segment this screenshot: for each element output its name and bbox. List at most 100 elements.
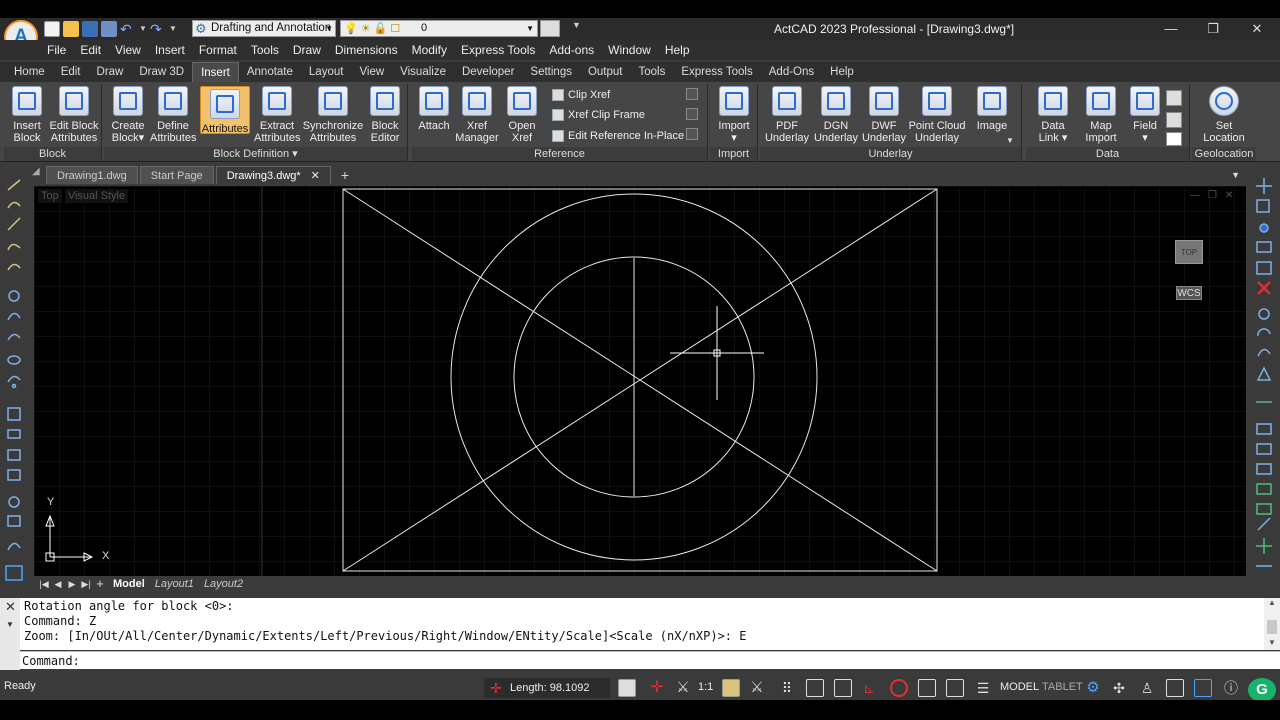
restore-icon[interactable]: ❐ [1192, 18, 1234, 40]
tab-draw[interactable]: Draw [89, 62, 132, 82]
point-cloud-underlay-button[interactable]: Point Cloud Underlay [906, 86, 968, 144]
pdf-underlay-button[interactable]: PDF Underlay [762, 86, 812, 144]
menu-edit[interactable]: Edit [73, 40, 108, 60]
ortho-icon[interactable] [834, 679, 852, 697]
create-block-button[interactable]: Create Block▾ [106, 86, 150, 144]
qat-dropdown-icon[interactable]: ▼ [572, 20, 581, 30]
close-icon[interactable]: ✕ [1236, 18, 1278, 40]
esnap-icon[interactable] [890, 679, 908, 697]
layer-selector[interactable]: 💡☀🔓☐ 0 ▼ [340, 20, 538, 37]
first-layout-icon[interactable]: |◀ [38, 578, 50, 590]
menu-format[interactable]: Format [192, 40, 244, 60]
layout-tab-layout2[interactable]: Layout2 [199, 576, 248, 592]
info-icon[interactable]: ⓘ [1222, 679, 1240, 697]
ole-object-icon[interactable] [1166, 132, 1182, 146]
dgn-underlay-button[interactable]: DGN Underlay [812, 86, 860, 144]
scroll-up-icon[interactable]: ▲ [1268, 598, 1276, 607]
underlay-more-icon[interactable]: ▼ [1006, 136, 1014, 145]
dwf-underlay-button[interactable]: DWF Underlay [860, 86, 908, 144]
edit-reference-button[interactable]: Edit Reference In-Place [550, 127, 684, 145]
redo-icon[interactable]: ↷ [150, 21, 166, 37]
command-menu-icon[interactable]: ▼ [6, 620, 14, 629]
attributes-button[interactable]: Attributes [200, 86, 250, 135]
tab-add-ons[interactable]: Add-Ons [761, 62, 822, 82]
edit-block-attributes-button[interactable]: Edit Block Attributes [48, 86, 100, 144]
annotation-autoscale-icon[interactable] [722, 679, 740, 697]
menu-help[interactable]: Help [658, 40, 697, 60]
set-location-button[interactable]: Set Location [1196, 86, 1252, 144]
close-command-icon[interactable]: ✕ [5, 599, 16, 615]
settings-gear-icon[interactable]: ⚙ [1084, 679, 1102, 697]
polar-icon[interactable]: ⊾ [860, 679, 878, 697]
menu-express-tools[interactable]: Express Tools [454, 40, 542, 60]
layout-tab-model[interactable]: Model [108, 576, 150, 592]
insert-block-button[interactable]: Insert Block [6, 86, 48, 144]
model-space-drawing[interactable] [34, 186, 1246, 576]
command-input[interactable]: Command: [20, 651, 1280, 669]
add-layout-icon[interactable]: + [94, 577, 106, 590]
open-folder-icon[interactable] [63, 21, 79, 37]
menu-draw[interactable]: Draw [286, 40, 328, 60]
clip-xref-button[interactable]: Clip Xref [550, 86, 610, 104]
refedit-remove-icon[interactable] [686, 128, 698, 140]
extract-attributes-button[interactable]: Extract Attributes [254, 86, 300, 144]
update-fields-icon[interactable] [1166, 90, 1182, 106]
data-link-button[interactable]: Data Link ▾ [1028, 86, 1078, 144]
menu-modify[interactable]: Modify [405, 40, 454, 60]
open-xref-button[interactable]: Open Xref [502, 86, 542, 144]
tab-home[interactable]: Home [6, 62, 53, 82]
group-label-block-definition[interactable]: Block Definition ▾ [104, 147, 407, 161]
synchronize-attributes-button[interactable]: Synchronize Attributes [302, 86, 364, 144]
tab-view[interactable]: View [351, 62, 392, 82]
clean-screen-icon[interactable] [1166, 679, 1184, 697]
doc-tab-start-page[interactable]: Start Page [139, 166, 214, 184]
layout-tab-layout1[interactable]: Layout1 [150, 576, 199, 592]
field-button[interactable]: Field ▾ [1124, 86, 1166, 144]
tab-list-icon[interactable]: ▼ [1231, 166, 1240, 184]
undo-icon[interactable]: ↶ [120, 21, 136, 37]
new-tab-icon[interactable]: + [333, 166, 357, 184]
window-icon[interactable] [1194, 679, 1212, 697]
coordinates-icon[interactable] [618, 679, 636, 697]
scroll-down-icon[interactable]: ▼ [1268, 638, 1276, 647]
refedit-save-icon[interactable] [686, 88, 698, 100]
viewcube[interactable]: TOP [1175, 240, 1203, 264]
doc-tab-drawing1[interactable]: Drawing1.dwg [46, 166, 138, 184]
menu-view[interactable]: View [108, 40, 148, 60]
annotation-scale[interactable]: 1:1 [698, 681, 713, 693]
menu-file[interactable]: File [40, 40, 73, 60]
tab-visualize[interactable]: Visualize [392, 62, 454, 82]
drawing-canvas[interactable]: X Y [34, 186, 1246, 576]
command-window-handle[interactable]: ✕ ▼ [0, 598, 20, 670]
undo-dropdown-icon[interactable]: ▼ [139, 21, 147, 37]
define-attributes-button[interactable]: Define Attributes [150, 86, 196, 144]
tab-edit[interactable]: Edit [53, 62, 89, 82]
tab-developer[interactable]: Developer [454, 62, 522, 82]
grid-icon[interactable] [806, 679, 824, 697]
refedit-add-icon[interactable] [686, 108, 698, 120]
layer-properties-icon[interactable] [540, 20, 560, 37]
snap-icon[interactable]: ✛ [648, 679, 666, 697]
next-layout-icon[interactable]: ▶ [66, 578, 78, 590]
xref-manager-button[interactable]: Xref Manager [454, 86, 500, 144]
xref-clip-frame-button[interactable]: Xref Clip Frame [550, 106, 645, 124]
menu-insert[interactable]: Insert [148, 40, 192, 60]
menu-dimensions[interactable]: Dimensions [328, 40, 405, 60]
quick-properties-icon[interactable]: ☰ [974, 679, 992, 697]
menu-add-ons[interactable]: Add-ons [542, 40, 601, 60]
annotation-visibility-icon[interactable]: ⚔ [674, 679, 692, 697]
visual-style-control[interactable]: Visual Style [64, 189, 129, 203]
tablet-toggle[interactable]: TABLET [1042, 681, 1083, 693]
grammarly-icon[interactable]: G [1248, 678, 1276, 702]
view-control[interactable]: Top [38, 189, 62, 203]
tab-settings[interactable]: Settings [522, 62, 580, 82]
hyperlink-icon[interactable] [1166, 112, 1182, 128]
grid-dots-icon[interactable]: ⠿ [778, 679, 796, 697]
tab-help[interactable]: Help [822, 62, 862, 82]
save-icon[interactable] [82, 21, 98, 37]
image-button[interactable]: Image [970, 86, 1014, 132]
workspace-switch-icon[interactable]: ⚔ [748, 679, 766, 697]
scroll-thumb[interactable] [1267, 620, 1277, 634]
etrack-icon[interactable] [918, 679, 936, 697]
block-editor-button[interactable]: Block Editor [366, 86, 404, 144]
